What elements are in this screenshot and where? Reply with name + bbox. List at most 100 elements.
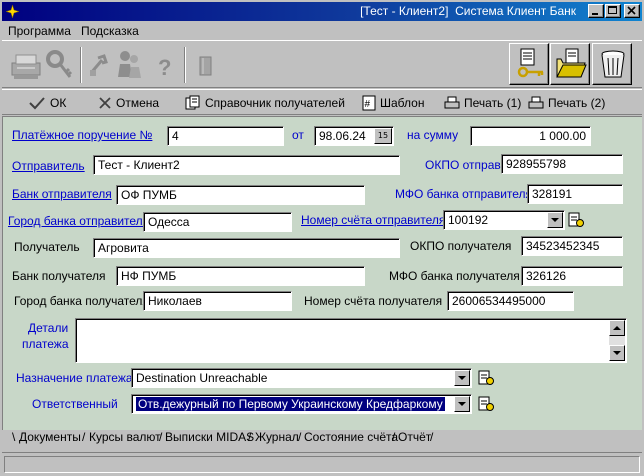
tab-divider: / bbox=[430, 430, 434, 444]
sum-field[interactable]: 1 000.00 bbox=[470, 126, 591, 146]
trash-icon bbox=[601, 50, 625, 78]
cancel-button[interactable]: Отмена bbox=[98, 95, 159, 111]
tab-divider: / bbox=[248, 430, 252, 444]
printer-icon bbox=[444, 96, 460, 109]
template-button[interactable]: # Шаблон bbox=[362, 95, 424, 111]
ok-label: ОК bbox=[50, 96, 67, 110]
purpose-dropdown-button[interactable] bbox=[454, 370, 470, 386]
receiver-field[interactable]: Агровита bbox=[93, 238, 400, 258]
sender-label[interactable]: Отправитель bbox=[12, 159, 85, 173]
sender-bank-label[interactable]: Банк отправителя bbox=[12, 187, 112, 201]
key-disabled-icon bbox=[46, 50, 73, 78]
receiver-city-label: Город банка получателя bbox=[14, 294, 149, 308]
sender-okpo-field[interactable]: 928955798 bbox=[501, 154, 623, 174]
main-window: [Тест - Клиент2] Система Клиент Банк Про… bbox=[0, 0, 644, 476]
ok-button[interactable]: ОК bbox=[28, 95, 66, 111]
title-bar[interactable]: [Тест - Клиент2] Система Клиент Банк bbox=[2, 2, 642, 21]
purpose-label: Назначение платежа bbox=[16, 371, 133, 385]
scroll-down-button[interactable] bbox=[609, 345, 625, 361]
toolbar-separator bbox=[80, 47, 82, 83]
exit-tool-button[interactable] bbox=[194, 45, 218, 85]
sender-account-dropdown-button[interactable] bbox=[547, 212, 563, 228]
delete-button[interactable] bbox=[592, 43, 632, 85]
people-tool-button[interactable] bbox=[112, 45, 146, 85]
print-tool-button[interactable] bbox=[8, 45, 44, 85]
details-textarea[interactable] bbox=[75, 318, 627, 363]
tab-account-status[interactable]: Состояние счёта bbox=[304, 430, 398, 444]
open-folder-button[interactable] bbox=[550, 43, 590, 85]
sender-city-field[interactable]: Одесса bbox=[143, 212, 292, 232]
responsible-details-icon[interactable] bbox=[477, 395, 495, 413]
receiver-account-label: Номер счёта получателя bbox=[304, 294, 443, 308]
receiver-mfo-field[interactable]: 326126 bbox=[521, 266, 623, 286]
menu-program[interactable]: Программа bbox=[8, 24, 71, 38]
help-disabled-icon: ? bbox=[158, 55, 171, 80]
bottom-tabs: \ Документы / Курсы валют / Выписки MIDA… bbox=[2, 428, 642, 448]
receiver-city-field[interactable]: Николаев bbox=[143, 291, 292, 311]
people-disabled-icon bbox=[118, 51, 141, 78]
tab-report[interactable]: Отчёт bbox=[398, 430, 431, 444]
door-disabled-icon bbox=[199, 56, 212, 76]
user-key-button[interactable] bbox=[509, 43, 549, 85]
receiver-okpo-label: ОКПО получателя bbox=[410, 239, 512, 253]
sender-account-label[interactable]: Номер счёта отправителя bbox=[301, 213, 445, 227]
app-icon[interactable] bbox=[5, 4, 20, 19]
minimize-button[interactable] bbox=[588, 4, 604, 18]
receiver-bank-label: Банк получателя bbox=[12, 269, 106, 283]
account-details-icon[interactable] bbox=[567, 211, 585, 229]
sender-city-label[interactable]: Город банка отправителя bbox=[8, 214, 149, 228]
print-2-button[interactable]: Печать (2) bbox=[528, 95, 605, 111]
sender-field[interactable]: Тест - Клиент2 bbox=[93, 155, 400, 175]
tab-journal[interactable]: Журнал bbox=[255, 430, 299, 444]
tab-divider: / bbox=[159, 430, 163, 444]
maximize-button[interactable] bbox=[605, 4, 621, 18]
receiver-account-field[interactable]: 26006534495000 bbox=[447, 291, 574, 311]
sender-mfo-field[interactable]: 328191 bbox=[527, 184, 623, 204]
scroll-up-button[interactable] bbox=[609, 320, 625, 336]
checkmark-icon bbox=[29, 97, 45, 110]
calendar-button[interactable]: 15 bbox=[374, 128, 392, 144]
details-label-line2: платежа bbox=[22, 337, 69, 351]
tab-documents[interactable]: Документы bbox=[19, 430, 81, 444]
printer-disabled-icon bbox=[11, 54, 41, 79]
recipients-directory-button[interactable]: Справочник получателей bbox=[185, 95, 345, 111]
tools-disabled-icon bbox=[89, 54, 108, 76]
svg-text:?: ? bbox=[158, 55, 171, 80]
key-tool-button[interactable] bbox=[44, 45, 76, 85]
close-button[interactable] bbox=[624, 4, 640, 18]
purpose-details-icon[interactable] bbox=[477, 369, 495, 387]
calendar-icon: 15 bbox=[377, 131, 389, 140]
status-pane bbox=[4, 456, 640, 473]
help-tool-button[interactable]: ? bbox=[152, 45, 178, 85]
order-number-field[interactable]: 4 bbox=[167, 126, 284, 146]
details-scrollbar[interactable] bbox=[609, 320, 625, 361]
minimize-icon bbox=[592, 13, 598, 15]
directory-icon bbox=[185, 95, 200, 110]
template-label: Шаблон bbox=[380, 96, 425, 110]
print-1-label: Печать (1) bbox=[464, 96, 522, 110]
folder-open-icon bbox=[556, 48, 587, 78]
responsible-value: Отв.дежурный по Первому Украинскому Кред… bbox=[135, 396, 446, 412]
receiver-bank-field[interactable]: НФ ПУМБ bbox=[116, 266, 365, 286]
order-number-label[interactable]: Платёжное поручение № bbox=[12, 128, 152, 142]
payment-order-form: Платёжное поручение № 4 от 98.06.24 15 н… bbox=[2, 116, 642, 430]
tools-tool-button[interactable] bbox=[86, 45, 110, 85]
menu-bar: Программа Подсказка bbox=[2, 21, 642, 40]
user-key-icon bbox=[517, 48, 544, 78]
responsible-combo[interactable]: Отв.дежурный по Первому Украинскому Кред… bbox=[131, 394, 472, 414]
tab-exchange-rates[interactable]: Курсы валют bbox=[89, 430, 161, 444]
print-1-button[interactable]: Печать (1) bbox=[444, 95, 521, 111]
directory-label: Справочник получателей bbox=[205, 96, 345, 110]
details-label-line1: Детали bbox=[28, 321, 69, 335]
tab-divider: / bbox=[392, 430, 396, 444]
sender-account-value: 100192 bbox=[448, 213, 489, 227]
sender-bank-field[interactable]: ОФ ПУМБ bbox=[116, 185, 365, 205]
receiver-okpo-field[interactable]: 34523452345 bbox=[521, 236, 623, 256]
menu-help[interactable]: Подсказка bbox=[81, 24, 139, 38]
template-icon: # bbox=[362, 95, 376, 111]
maximize-icon bbox=[608, 6, 617, 14]
purpose-combo[interactable]: Destination Unreachable bbox=[131, 368, 472, 388]
responsible-dropdown-button[interactable] bbox=[454, 396, 470, 412]
svg-text:#: # bbox=[365, 99, 371, 110]
tab-midas-statements[interactable]: Выписки MIDAS bbox=[165, 430, 254, 444]
